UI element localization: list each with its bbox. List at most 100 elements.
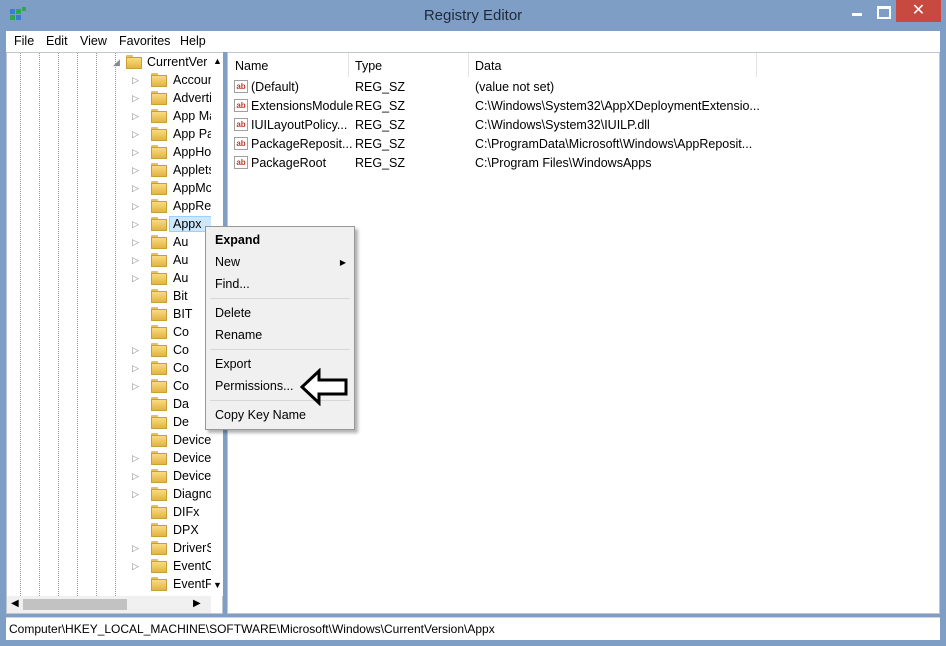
menu-edit[interactable]: Edit xyxy=(46,34,68,48)
tree-node-label: DeviceA xyxy=(173,451,211,465)
tree-node[interactable]: DIFx xyxy=(7,504,207,522)
expander-closed-icon[interactable]: ▷ xyxy=(132,345,142,355)
tree-node[interactable]: ▷ Au xyxy=(7,252,207,270)
folder-icon xyxy=(151,73,167,87)
menu-file[interactable]: File xyxy=(14,34,34,48)
tree-node[interactable]: ▷ AppMc xyxy=(7,180,211,198)
menu-item-new[interactable]: New xyxy=(215,255,240,269)
menu-item-rename[interactable]: Rename xyxy=(215,328,262,342)
scroll-down-icon[interactable]: ▼ xyxy=(213,580,222,590)
tree-node[interactable]: ▷ Co xyxy=(7,378,207,396)
expander-closed-icon[interactable]: ▷ xyxy=(132,273,142,283)
tree-node[interactable]: ▷ Applets xyxy=(7,162,211,180)
tree-node[interactable]: ▷ App Ma xyxy=(7,108,211,126)
column-header-name[interactable]: Name xyxy=(228,53,349,77)
tree-node[interactable]: ▷ Adverti xyxy=(7,90,211,108)
title-bar[interactable]: Registry Editor ✕ xyxy=(0,0,946,31)
menu-favorites[interactable]: Favorites xyxy=(119,34,170,48)
menu-item-find[interactable]: Find... xyxy=(215,277,250,291)
menu-item-delete[interactable]: Delete xyxy=(215,306,251,320)
string-value-icon: ab xyxy=(234,80,248,93)
scroll-thumb[interactable] xyxy=(23,599,127,610)
menu-item-copy-key-name[interactable]: Copy Key Name xyxy=(215,408,306,422)
tree-node[interactable]: Da xyxy=(7,396,207,414)
tree-node[interactable]: ▷ Co xyxy=(7,342,207,360)
minimize-button[interactable] xyxy=(840,0,874,22)
menu-help[interactable]: Help xyxy=(180,34,206,48)
tree-node[interactable]: Bit xyxy=(7,288,207,306)
tree-node[interactable]: Co xyxy=(7,324,207,342)
maximize-button[interactable] xyxy=(874,0,894,22)
expander-closed-icon[interactable]: ▷ xyxy=(132,237,142,247)
string-value-icon: ab xyxy=(234,156,248,169)
column-header-type[interactable]: Type xyxy=(348,53,469,77)
menu-item-expand[interactable]: Expand xyxy=(215,233,260,247)
tree-node-label: CurrentVer xyxy=(147,55,207,69)
tree-node-label: Adverti xyxy=(173,91,211,105)
expander-closed-icon[interactable]: ▷ xyxy=(132,255,142,265)
scroll-left-icon[interactable]: ◀ xyxy=(11,598,19,609)
tree-node[interactable]: ▷ AppRe xyxy=(7,198,211,216)
tree-node[interactable]: Device xyxy=(7,432,211,450)
registry-tree[interactable]: ◢ CurrentVer ▷ Accoun ▷ Adverti ▷ App Ma ▷ App … xyxy=(6,52,223,614)
menu-item-permissions[interactable]: Permissions... xyxy=(215,379,294,393)
tree-node[interactable]: ▷ Au xyxy=(7,270,207,288)
tree-node[interactable]: ▷ Appx xyxy=(7,216,212,234)
value-name: (Default) xyxy=(251,80,299,94)
value-row[interactable]: ab ExtensionsModule REG_SZ C:\Windows\Syste… xyxy=(228,97,928,116)
value-row[interactable]: ab PackageReposit... REG_SZ C:\ProgramData\… xyxy=(228,135,928,154)
expander-closed-icon[interactable]: ▷ xyxy=(132,543,142,553)
expander-closed-icon[interactable]: ▷ xyxy=(132,381,142,391)
expander-open-icon[interactable]: ◢ xyxy=(113,57,123,67)
expander-closed-icon[interactable]: ▷ xyxy=(132,111,142,121)
expander-closed-icon[interactable]: ▷ xyxy=(132,75,142,85)
value-name: PackageRoot xyxy=(251,156,327,170)
tree-horizontal-scrollbar[interactable]: ◀ ▶ xyxy=(7,596,211,613)
expander-closed-icon[interactable]: ▷ xyxy=(132,471,142,481)
value-row[interactable]: ab IUILayoutPolicy... REG_SZ C:\Windows\Sys… xyxy=(228,116,928,135)
expander-closed-icon[interactable]: ▷ xyxy=(132,201,142,211)
value-row[interactable]: ab (Default) REG_SZ (value not set) xyxy=(228,78,928,97)
expander-closed-icon[interactable]: ▷ xyxy=(132,93,142,103)
expander-closed-icon[interactable]: ▷ xyxy=(132,129,142,139)
menu-view[interactable]: View xyxy=(80,34,107,48)
tree-node[interactable]: ▷ EventC xyxy=(7,558,211,576)
value-data: C:\Windows\System32\AppXDeploymentExtens… xyxy=(475,99,760,113)
folder-icon xyxy=(151,433,167,447)
tree-node[interactable]: ▷ App Pa xyxy=(7,126,211,144)
value-type: REG_SZ xyxy=(355,137,406,151)
tree-node[interactable]: De xyxy=(7,414,207,432)
tree-node[interactable]: DPX xyxy=(7,522,207,540)
expander-closed-icon[interactable]: ▷ xyxy=(132,147,142,157)
tree-node[interactable]: ▷ Accoun xyxy=(7,72,211,90)
value-row[interactable]: ab PackageRoot REG_SZ C:\Program Files\Wind… xyxy=(228,154,928,173)
tree-node[interactable]: ▷ DriverS xyxy=(7,540,211,558)
folder-icon xyxy=(151,523,167,537)
close-icon: ✕ xyxy=(911,2,926,19)
tree-node-currentversion[interactable]: ◢ CurrentVer xyxy=(7,54,207,72)
expander-closed-icon[interactable]: ▷ xyxy=(132,561,142,571)
close-button[interactable]: ✕ xyxy=(896,0,941,22)
tree-node[interactable]: ▷ Au xyxy=(7,234,207,252)
expander-closed-icon[interactable]: ▷ xyxy=(132,363,142,373)
expander-closed-icon[interactable]: ▷ xyxy=(132,453,142,463)
expander-closed-icon[interactable]: ▷ xyxy=(132,219,142,229)
value-name: PackageReposit... xyxy=(251,137,353,151)
arrow-pointer-icon xyxy=(300,368,348,406)
menu-item-export[interactable]: Export xyxy=(215,357,251,371)
expander-closed-icon[interactable]: ▷ xyxy=(132,183,142,193)
tree-node[interactable]: EventFo xyxy=(7,576,211,594)
tree-node[interactable]: BIT xyxy=(7,306,207,324)
folder-icon xyxy=(151,271,167,285)
expander-closed-icon[interactable]: ▷ xyxy=(132,165,142,175)
tree-node[interactable]: ▷ DeviceS xyxy=(7,468,211,486)
expander-closed-icon[interactable]: ▷ xyxy=(132,489,142,499)
tree-node[interactable]: ▷ Co xyxy=(7,360,207,378)
tree-node-label: AppRe xyxy=(173,199,211,213)
tree-node[interactable]: ▷ Diagno xyxy=(7,486,211,504)
tree-node[interactable]: ▷ AppHo xyxy=(7,144,211,162)
tree-node[interactable]: ▷ DeviceA xyxy=(7,450,211,468)
scroll-up-icon[interactable]: ▲ xyxy=(213,56,222,66)
column-header-data[interactable]: Data xyxy=(468,53,757,77)
scroll-right-icon[interactable]: ▶ xyxy=(193,598,201,609)
